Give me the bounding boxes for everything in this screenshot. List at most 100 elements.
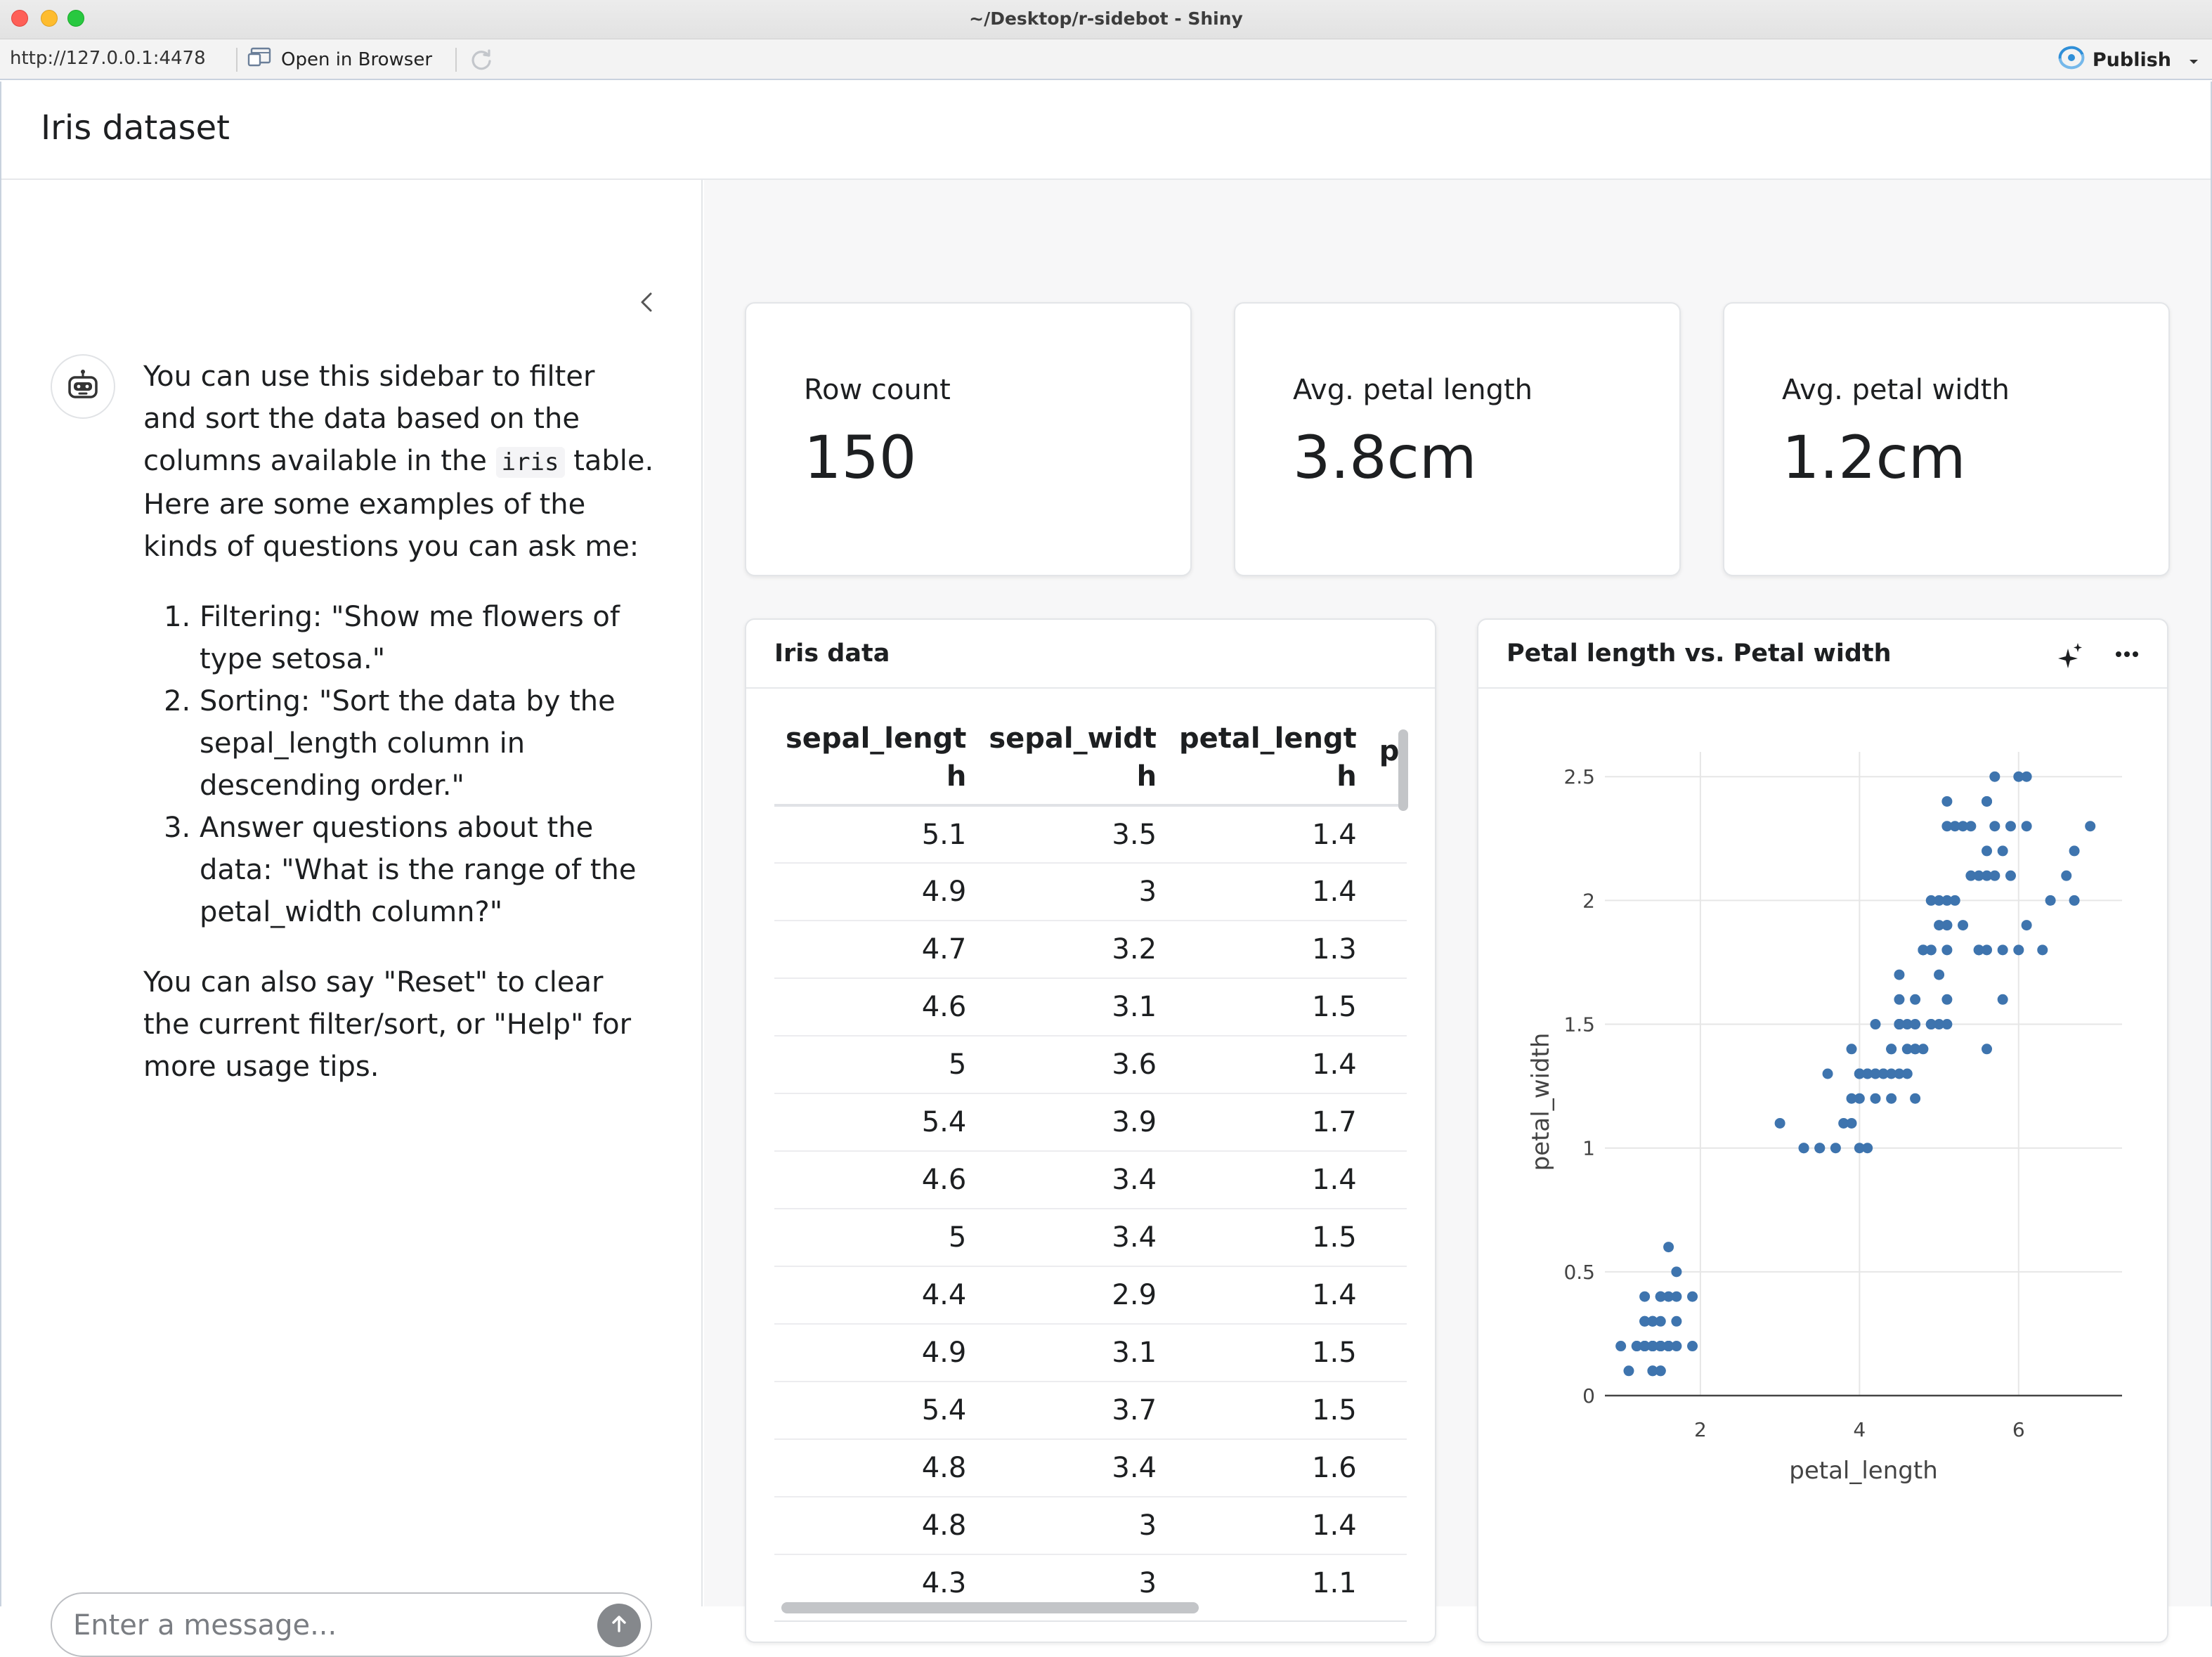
data-grid[interactable]: sepal_length sepal_width petal_length pe… bbox=[774, 718, 1407, 1604]
data-point[interactable] bbox=[1687, 1341, 1698, 1352]
horizontal-scroll-thumb[interactable] bbox=[781, 1602, 1199, 1613]
data-point[interactable] bbox=[1997, 845, 2008, 857]
url-display[interactable]: http://127.0.0.1:4478 bbox=[10, 48, 206, 69]
data-point[interactable] bbox=[1958, 920, 1969, 931]
data-point[interactable] bbox=[1901, 1044, 1913, 1055]
column-header-petal-length[interactable]: petal_lengt h bbox=[1168, 718, 1368, 807]
data-point[interactable] bbox=[2021, 920, 2032, 931]
data-point[interactable] bbox=[1982, 845, 1993, 857]
data-point[interactable] bbox=[1822, 1068, 1833, 1079]
column-header-sepal-length[interactable]: sepal_lengt h bbox=[774, 718, 978, 807]
data-point[interactable] bbox=[1918, 944, 1929, 956]
data-point[interactable] bbox=[1941, 994, 1953, 1005]
table-row[interactable]: 5 3.4 1.5 bbox=[774, 1209, 1407, 1267]
data-point[interactable] bbox=[2085, 821, 2096, 832]
table-row[interactable]: 5.4 3.9 1.7 bbox=[774, 1093, 1407, 1152]
data-point[interactable] bbox=[1647, 1365, 1658, 1377]
data-point[interactable] bbox=[1838, 1117, 1849, 1129]
data-point[interactable] bbox=[1918, 1044, 1929, 1055]
data-point[interactable] bbox=[1997, 994, 2008, 1005]
data-point[interactable] bbox=[1854, 1093, 1865, 1104]
table-row[interactable]: 5.4 3.7 1.5 bbox=[774, 1382, 1407, 1440]
data-point[interactable] bbox=[1997, 944, 2008, 956]
data-point[interactable] bbox=[1941, 795, 1953, 807]
open-in-browser-button[interactable]: Open in Browser bbox=[247, 46, 432, 73]
column-header-sepal-width[interactable]: sepal_widt h bbox=[977, 718, 1169, 807]
more-options-icon[interactable] bbox=[2109, 637, 2145, 672]
data-point[interactable] bbox=[2005, 821, 2016, 832]
data-point[interactable] bbox=[1798, 1143, 1809, 1154]
data-point[interactable] bbox=[1886, 1093, 1897, 1104]
data-point[interactable] bbox=[1615, 1341, 1627, 1352]
data-point[interactable] bbox=[1886, 1044, 1897, 1055]
data-point[interactable] bbox=[1774, 1117, 1785, 1129]
data-point[interactable] bbox=[1910, 1019, 1921, 1030]
data-point[interactable] bbox=[1894, 1019, 1905, 1030]
data-point[interactable] bbox=[1623, 1365, 1634, 1377]
data-point[interactable] bbox=[1647, 1315, 1658, 1327]
table-row[interactable]: 4.9 3.1 1.5 bbox=[774, 1324, 1407, 1382]
data-point[interactable] bbox=[1647, 1341, 1658, 1352]
vertical-scrollbar[interactable] bbox=[1395, 718, 1415, 1597]
data-point[interactable] bbox=[1982, 795, 1993, 807]
data-point[interactable] bbox=[1862, 1068, 1873, 1079]
sparkles-icon[interactable] bbox=[2053, 639, 2088, 675]
table-row[interactable]: 5 3.6 1.4 bbox=[774, 1036, 1407, 1094]
data-point[interactable] bbox=[1965, 870, 1977, 881]
collapse-sidebar-button[interactable] bbox=[634, 288, 662, 316]
data-point[interactable] bbox=[2069, 895, 2080, 906]
data-point[interactable] bbox=[1901, 1068, 1913, 1079]
refresh-icon[interactable] bbox=[469, 48, 493, 72]
data-point[interactable] bbox=[1949, 895, 1960, 906]
data-point[interactable] bbox=[1941, 1019, 1953, 1030]
table-row[interactable]: 4.8 3.4 1.6 bbox=[774, 1439, 1407, 1497]
data-point[interactable] bbox=[2069, 845, 2080, 857]
data-point[interactable] bbox=[1894, 969, 1905, 980]
table-row[interactable]: 4.8 3 1.4 bbox=[774, 1497, 1407, 1555]
data-point[interactable] bbox=[1830, 1143, 1841, 1154]
data-point[interactable] bbox=[1894, 994, 1905, 1005]
data-point[interactable] bbox=[2037, 944, 2048, 956]
chat-message-input[interactable] bbox=[73, 1606, 593, 1644]
data-point[interactable] bbox=[1982, 1044, 1993, 1055]
chevron-down-icon[interactable] bbox=[2188, 49, 2199, 71]
data-point[interactable] bbox=[1687, 1291, 1698, 1302]
table-row[interactable]: 4.6 3.4 1.4 bbox=[774, 1151, 1407, 1209]
publish-button[interactable]: Publish bbox=[2057, 46, 2199, 73]
data-point[interactable] bbox=[1941, 944, 1953, 956]
table-row[interactable]: 4.6 3.1 1.5 bbox=[774, 978, 1407, 1037]
data-point[interactable] bbox=[1965, 821, 1977, 832]
data-point[interactable] bbox=[1934, 969, 1945, 980]
data-point[interactable] bbox=[1982, 870, 1993, 881]
data-point[interactable] bbox=[2021, 771, 2032, 782]
data-point[interactable] bbox=[1814, 1143, 1826, 1154]
data-point[interactable] bbox=[1934, 920, 1945, 931]
data-point[interactable] bbox=[1671, 1315, 1682, 1327]
data-point[interactable] bbox=[2021, 821, 2032, 832]
data-point[interactable] bbox=[1846, 1044, 1857, 1055]
data-point[interactable] bbox=[2045, 895, 2056, 906]
data-point[interactable] bbox=[2061, 870, 2072, 881]
data-point[interactable] bbox=[1663, 1242, 1674, 1253]
data-point[interactable] bbox=[1973, 944, 1984, 956]
data-point[interactable] bbox=[1989, 821, 2000, 832]
table-row[interactable]: 4.9 3 1.4 bbox=[774, 863, 1407, 921]
data-point[interactable] bbox=[1671, 1266, 1682, 1278]
table-row[interactable]: 4.7 3.2 1.3 bbox=[774, 921, 1407, 979]
data-point[interactable] bbox=[1949, 821, 1960, 832]
data-point[interactable] bbox=[2013, 944, 2024, 956]
data-point[interactable] bbox=[2005, 870, 2016, 881]
data-point[interactable] bbox=[1989, 771, 2000, 782]
data-point[interactable] bbox=[1910, 1093, 1921, 1104]
data-point[interactable] bbox=[1910, 994, 1921, 1005]
data-point[interactable] bbox=[1878, 1068, 1889, 1079]
data-point[interactable] bbox=[1870, 1093, 1881, 1104]
data-point[interactable] bbox=[1639, 1291, 1651, 1302]
data-point[interactable] bbox=[1925, 895, 1937, 906]
scatter-plot[interactable]: 0 0.5 1 1.5 2 2.5 2 4 6 petal_length petal_width bbox=[1478, 689, 2170, 1644]
data-point[interactable] bbox=[1655, 1291, 1666, 1302]
data-point[interactable] bbox=[1862, 1143, 1873, 1154]
table-row[interactable]: 5.1 3.5 1.4 bbox=[774, 805, 1407, 864]
send-button[interactable] bbox=[597, 1604, 641, 1647]
table-row[interactable]: 4.3 3 1.1 bbox=[774, 1554, 1407, 1604]
